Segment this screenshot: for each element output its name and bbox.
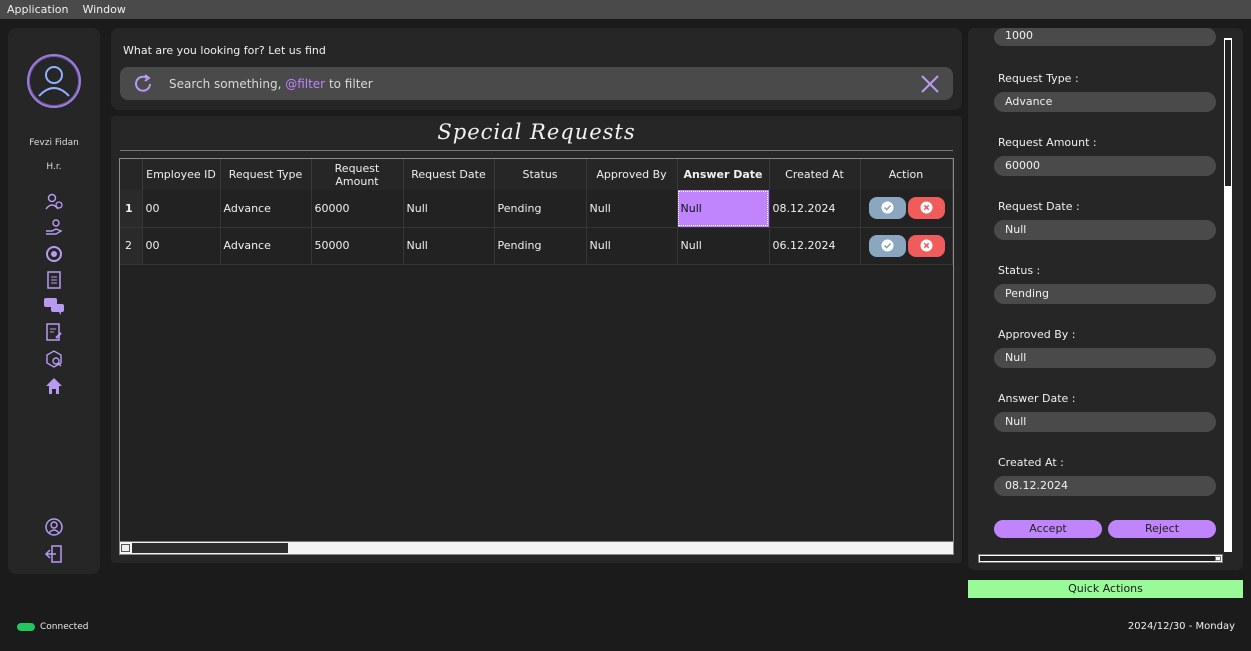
menu-bar: Application Window — [0, 0, 1251, 19]
check-icon — [881, 239, 893, 251]
detail-horizontal-scrollbar[interactable] — [978, 554, 1223, 563]
requests-table: Employee ID Request Type Request Amount … — [119, 158, 954, 555]
cell-request-amount[interactable]: 50000 — [311, 227, 404, 265]
detail-field-request-type[interactable]: Advance — [994, 92, 1216, 112]
cell-request-date[interactable]: Null — [403, 190, 495, 228]
cell-created-at[interactable]: 08.12.2024 — [769, 190, 861, 228]
x-icon — [920, 239, 932, 251]
refresh-cog-icon[interactable] — [43, 244, 65, 264]
user-avatar-icon[interactable] — [27, 54, 81, 108]
reject-button[interactable] — [907, 197, 945, 220]
cell-approved-by[interactable]: Null — [586, 227, 678, 265]
accept-button[interactable]: Accept — [994, 520, 1102, 538]
cell-request-type[interactable]: Advance — [220, 190, 312, 228]
box-search-icon[interactable] — [43, 349, 65, 369]
cell-approved-by[interactable]: Null — [586, 190, 678, 228]
col-answer-date[interactable]: Answer Date — [677, 159, 770, 190]
cell-action — [860, 190, 953, 228]
search-placeholder: Search something, @filter to filter — [169, 77, 373, 91]
sidebar: Fevzi Fidan H.r. — [8, 28, 100, 574]
menu-application[interactable]: Application — [0, 3, 75, 16]
cell-created-at[interactable]: 06.12.2024 — [769, 227, 861, 265]
col-request-type[interactable]: Request Type — [220, 159, 312, 190]
approve-button[interactable] — [868, 197, 906, 220]
cell-request-type[interactable]: Advance — [220, 227, 312, 265]
user-name: Fevzi Fidan — [29, 138, 79, 148]
detail-field-top[interactable]: 1000 — [994, 28, 1216, 46]
cell-action — [860, 227, 953, 265]
table-row[interactable]: 2 00 Advance 50000 Null Pending Null Nul… — [120, 227, 953, 265]
cell-answer-date[interactable]: Null — [677, 190, 770, 228]
table-horizontal-scrollbar[interactable] — [120, 541, 953, 554]
detail-label-request-type: Request Type : — [998, 72, 1079, 85]
cell-employee-id[interactable]: 00 — [142, 190, 221, 228]
reject-button[interactable] — [907, 234, 945, 257]
connection-status: Connected — [17, 622, 88, 632]
detail-field-answer-date[interactable]: Null — [994, 412, 1216, 432]
detail-field-request-amount[interactable]: 60000 — [994, 156, 1216, 176]
menu-window[interactable]: Window — [75, 3, 132, 16]
scrollbar-thumb[interactable] — [132, 543, 288, 553]
col-created-at[interactable]: Created At — [769, 159, 861, 190]
requests-panel: Special Requests Employee ID Request Typ… — [111, 116, 962, 563]
detail-field-approved-by[interactable]: Null — [994, 348, 1216, 368]
profile-icon[interactable] — [43, 517, 65, 537]
select-all-corner[interactable] — [121, 544, 130, 552]
document-list-icon[interactable] — [43, 270, 65, 290]
search-input[interactable]: Search something, @filter to filter — [120, 67, 953, 100]
user-role: H.r. — [46, 162, 62, 172]
row-number[interactable]: 2 — [120, 227, 143, 265]
cell-request-date[interactable]: Null — [403, 227, 495, 265]
cell-employee-id[interactable]: 00 — [142, 227, 221, 265]
col-request-date[interactable]: Request Date — [403, 159, 495, 190]
detail-vertical-scrollbar[interactable] — [1224, 38, 1232, 552]
cell-request-amount[interactable]: 60000 — [311, 190, 404, 228]
hand-coin-icon[interactable] — [43, 218, 65, 238]
col-action[interactable]: Action — [860, 159, 953, 190]
search-hint: What are you looking for? Let us find — [123, 44, 326, 57]
date-display: 2024/12/30 - Monday — [1127, 621, 1235, 632]
request-detail-panel: 1000 Request Type : Advance Request Amou… — [968, 28, 1243, 570]
detail-label-approved-by: Approved By : — [998, 328, 1076, 341]
connection-label: Connected — [40, 622, 89, 632]
cell-answer-date[interactable]: Null — [677, 227, 770, 265]
approve-button[interactable] — [868, 234, 906, 257]
table-header-row: Employee ID Request Type Request Amount … — [120, 159, 953, 190]
scrollbar-corner — [1215, 556, 1221, 561]
search-card: What are you looking for? Let us find Se… — [111, 28, 962, 110]
title-divider — [120, 150, 953, 151]
detail-field-request-date[interactable]: Null — [994, 220, 1216, 240]
detail-label-answer-date: Answer Date : — [998, 392, 1076, 405]
refresh-icon[interactable] — [132, 73, 154, 98]
detail-label-request-amount: Request Amount : — [998, 136, 1097, 149]
cell-status[interactable]: Pending — [494, 227, 587, 265]
home-icon[interactable] — [43, 376, 65, 396]
col-request-amount[interactable]: Request Amount — [311, 159, 404, 190]
close-icon[interactable] — [919, 73, 941, 98]
table-row[interactable]: 1 00 Advance 60000 Null Pending Null Nul… — [120, 190, 953, 228]
scrollbar-thumb[interactable] — [1225, 40, 1231, 186]
chat-bubbles-icon[interactable] — [43, 296, 65, 316]
cell-status[interactable]: Pending — [494, 190, 587, 228]
detail-label-created-at: Created At : — [998, 456, 1064, 469]
reject-button[interactable]: Reject — [1108, 520, 1216, 538]
x-icon — [920, 201, 932, 214]
status-indicator — [17, 623, 35, 631]
col-status[interactable]: Status — [494, 159, 587, 190]
row-number[interactable]: 1 — [120, 190, 143, 228]
detail-field-status[interactable]: Pending — [994, 284, 1216, 304]
quick-actions-button[interactable]: Quick Actions — [968, 580, 1243, 598]
detail-label-request-date: Request Date : — [998, 200, 1080, 213]
page-title: Special Requests — [437, 120, 636, 144]
row-header-corner — [120, 159, 143, 190]
scrollbar-thumb[interactable] — [980, 556, 1215, 561]
col-employee-id[interactable]: Employee ID — [142, 159, 221, 190]
check-icon — [881, 201, 893, 214]
detail-label-status: Status : — [998, 264, 1041, 277]
col-approved-by[interactable]: Approved By — [586, 159, 678, 190]
users-icon[interactable] — [43, 192, 65, 212]
document-edit-icon[interactable] — [43, 322, 65, 342]
logout-icon[interactable] — [43, 544, 65, 564]
detail-field-created-at[interactable]: 08.12.2024 — [994, 476, 1216, 496]
